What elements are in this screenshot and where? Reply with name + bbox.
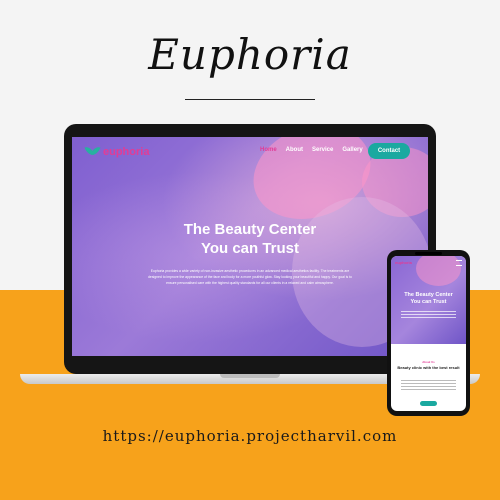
brand-script-title: Euphoria: [148, 30, 352, 79]
site-logo[interactable]: euphoria: [84, 145, 150, 159]
mobile-hero-text-line: [401, 317, 456, 318]
lotus-logo-icon: [84, 145, 101, 159]
mobile-hero-title-line2: You can Trust: [410, 299, 447, 305]
laptop-notch: [220, 374, 280, 378]
hero-title-line1: The Beauty Center: [183, 221, 317, 238]
mobile-hero-title-line1: The Beauty Center: [404, 292, 453, 298]
hamburger-menu-icon[interactable]: [456, 260, 462, 266]
website-mobile-view: euphoria The Beauty Center You can Trust…: [391, 256, 466, 411]
nav-links: Home About Service Gallery: [260, 147, 363, 153]
title-underline: [185, 99, 315, 100]
mobile-section-title: Beauty clinic with the best result: [397, 365, 460, 370]
hero-title-line2: You can Trust: [200, 240, 300, 257]
mobile-about-tag: About Us: [422, 360, 435, 364]
logo-text: euphoria: [103, 146, 150, 158]
hero-title: The Beauty Center You can Trust: [72, 220, 428, 258]
mobile-text-line: [401, 389, 456, 390]
mobile-hero-text-line: [401, 314, 456, 315]
nav-link-about[interactable]: About: [286, 147, 303, 153]
hero-description: Euphoria provides a wide variety of non-…: [148, 269, 352, 285]
nav-link-gallery[interactable]: Gallery: [342, 147, 362, 153]
nav-link-home[interactable]: Home: [260, 147, 277, 153]
mobile-text-line: [401, 383, 456, 384]
mobile-cta-button[interactable]: [420, 401, 437, 406]
contact-button[interactable]: Contact: [368, 143, 410, 159]
mobile-text-line: [401, 386, 456, 387]
website-desktop-view: euphoria Home About Service Gallery Cont…: [72, 137, 428, 356]
mobile-logo[interactable]: euphoria: [395, 260, 412, 265]
mobile-hero: euphoria The Beauty Center You can Trust: [391, 256, 466, 344]
site-navbar: euphoria Home About Service Gallery Cont…: [72, 137, 428, 167]
nav-link-service[interactable]: Service: [312, 147, 333, 153]
mobile-hero-image-glove: [416, 256, 461, 286]
mobile-text-line: [401, 380, 456, 381]
website-url[interactable]: https://euphoria.projectharvil.com: [0, 427, 500, 445]
mobile-hero-title: The Beauty Center You can Trust: [391, 292, 466, 306]
mobile-hero-text-line: [401, 311, 456, 312]
phone-speaker: [415, 252, 442, 255]
